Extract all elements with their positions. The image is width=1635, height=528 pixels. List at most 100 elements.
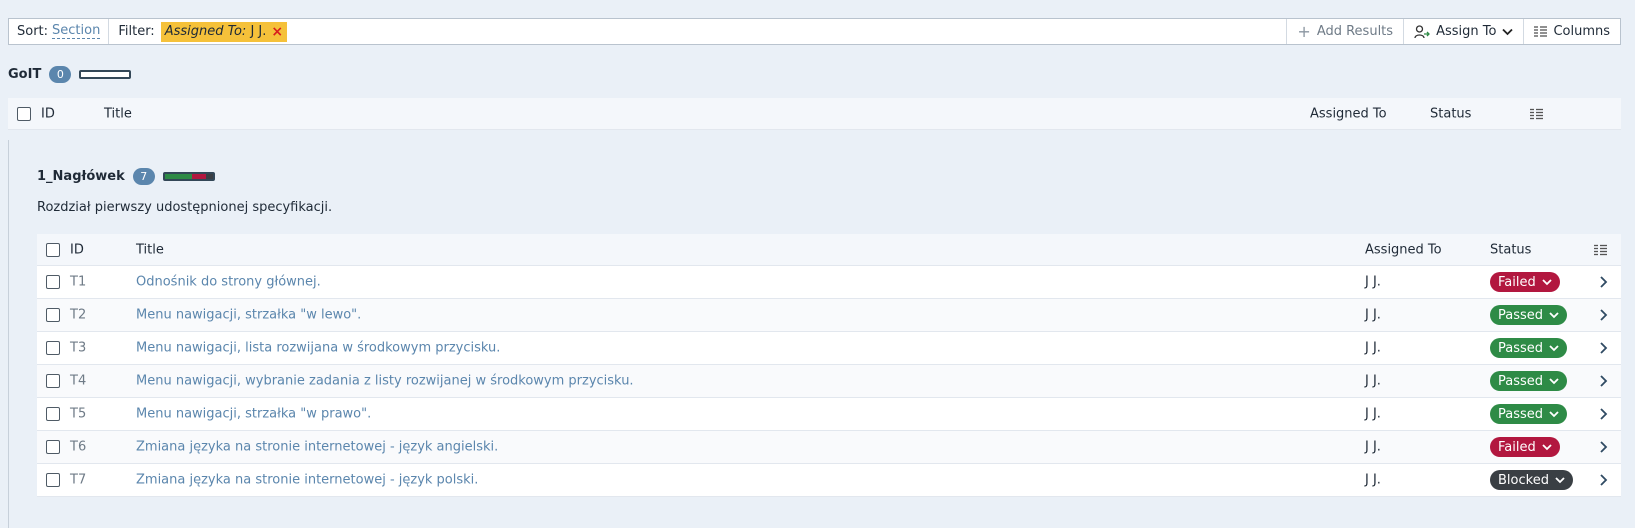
column-settings-icon[interactable] (1594, 244, 1607, 255)
chevron-down-icon (1549, 410, 1559, 417)
section-indent-line (8, 140, 9, 528)
test-title-link[interactable]: Zmiana języka na stronie internetowej - … (136, 473, 478, 488)
status-dropdown[interactable]: Passed (1490, 338, 1568, 358)
table-row[interactable]: T5 Menu nawigacji, strzałka "w prawo". J J… (37, 398, 1621, 431)
chevron-down-icon (1549, 377, 1559, 384)
test-title-link[interactable]: Menu nawigacji, strzałka "w lewo". (136, 308, 361, 323)
progress-segment-failed (192, 174, 206, 179)
test-id: T1 (70, 274, 87, 290)
section-header-goit: GoIT 0 (8, 66, 132, 83)
assigned-to: J J. (1365, 274, 1381, 290)
assign-to-label: Assign To (1436, 24, 1497, 39)
row-checkbox[interactable] (46, 275, 60, 289)
section-progress-bar (79, 70, 132, 79)
assign-to-button[interactable]: Assign To (1403, 19, 1523, 44)
col-header-id: ID (41, 106, 55, 121)
chevron-down-icon (1549, 344, 1559, 351)
section-description: Rozdział pierwszy udostępnionej specyfik… (37, 200, 333, 215)
chevron-down-icon (1502, 28, 1514, 35)
filter-chip-key: Assigned To: (164, 24, 247, 39)
filter-control: Filter: Assigned To: J J. × (109, 19, 1286, 44)
test-id: T7 (70, 472, 87, 488)
assigned-to: J J. (1365, 340, 1381, 356)
progress-segment-passed (164, 174, 193, 179)
filter-chip-assigned-to[interactable]: Assigned To: J J. × (160, 21, 288, 42)
test-title-link[interactable]: Menu nawigacji, strzałka "w prawo". (136, 407, 371, 422)
test-id: T5 (70, 406, 87, 422)
assigned-to: J J. (1365, 439, 1381, 455)
col-header-status: Status (1490, 242, 1532, 257)
row-checkbox[interactable] (46, 374, 60, 388)
table-row[interactable]: T2 Menu nawigacji, strzałka "w lewo". J J.… (37, 299, 1621, 332)
test-title-link[interactable]: Menu nawigacji, wybranie zadania z listy… (136, 374, 634, 389)
table-header-row: ID Title Assigned To Status (8, 98, 1621, 130)
row-checkbox[interactable] (46, 341, 60, 355)
test-id: T6 (70, 439, 87, 455)
row-checkbox[interactable] (46, 473, 60, 487)
remove-filter-icon[interactable]: × (271, 25, 283, 39)
section-header-naglowek: 1_Nagłówek 7 (37, 168, 215, 185)
chevron-right-icon[interactable] (1598, 276, 1608, 288)
chevron-right-icon[interactable] (1598, 375, 1608, 387)
status-label: Failed (1498, 439, 1536, 455)
chevron-right-icon[interactable] (1598, 474, 1608, 486)
chevron-right-icon[interactable] (1598, 342, 1608, 354)
section-count-badge: 7 (132, 168, 155, 185)
filter-toolbar: Sort: Section Filter: Assigned To: J J. … (8, 18, 1621, 45)
status-dropdown[interactable]: Passed (1490, 404, 1568, 424)
test-title-link[interactable]: Odnośnik do strony głównej. (136, 275, 321, 290)
row-checkbox[interactable] (46, 407, 60, 421)
columns-label: Columns (1553, 24, 1610, 39)
chevron-right-icon[interactable] (1598, 309, 1608, 321)
status-label: Passed (1498, 340, 1544, 356)
add-results-label: Add Results (1316, 24, 1394, 39)
section-title: 1_Nagłówek (37, 169, 125, 184)
assigned-to: J J. (1365, 373, 1381, 389)
add-results-button[interactable]: + Add Results (1286, 19, 1403, 44)
column-settings-icon[interactable] (1530, 108, 1543, 119)
sort-control: Sort: Section (9, 19, 110, 44)
status-label: Failed (1498, 274, 1536, 290)
col-header-title: Title (104, 106, 132, 121)
assign-user-icon (1414, 24, 1430, 38)
test-id: T3 (70, 340, 87, 356)
row-checkbox[interactable] (46, 440, 60, 454)
table-row[interactable]: T4 Menu nawigacji, wybranie zadania z lis… (37, 365, 1621, 398)
sort-field-link[interactable]: Section (52, 24, 101, 39)
table-row[interactable]: T7 Zmiana języka na stronie internetowej … (37, 464, 1621, 497)
status-dropdown[interactable]: Failed (1490, 437, 1560, 457)
col-header-assigned-to: Assigned To (1310, 106, 1387, 121)
status-label: Passed (1498, 373, 1544, 389)
col-header-assigned-to: Assigned To (1365, 242, 1442, 257)
col-header-id: ID (70, 242, 84, 257)
assigned-to: J J. (1365, 472, 1381, 488)
status-dropdown[interactable]: Passed (1490, 371, 1568, 391)
section-title: GoIT (8, 67, 42, 82)
status-dropdown[interactable]: Passed (1490, 305, 1568, 325)
sort-label: Sort: (17, 24, 49, 39)
test-title-link[interactable]: Menu nawigacji, lista rozwijana w środko… (136, 341, 500, 356)
assigned-to: J J. (1365, 307, 1381, 323)
chevron-down-icon (1542, 278, 1552, 285)
status-label: Passed (1498, 307, 1544, 323)
status-dropdown[interactable]: Blocked (1490, 470, 1573, 490)
chevron-right-icon[interactable] (1598, 408, 1608, 420)
chevron-down-icon (1555, 476, 1565, 483)
columns-button[interactable]: Columns (1523, 19, 1620, 44)
status-dropdown[interactable]: Failed (1490, 272, 1560, 292)
chevron-down-icon (1542, 443, 1552, 450)
select-all-checkbox[interactable] (46, 242, 60, 257)
tests-table: ID Title Assigned To Status T1 Odnośnik d… (37, 234, 1621, 497)
table-row[interactable]: T6 Zmiana języka na stronie internetowej … (37, 431, 1621, 464)
columns-icon (1534, 26, 1548, 37)
test-title-link[interactable]: Zmiana języka na stronie internetowej - … (136, 440, 498, 455)
status-label: Passed (1498, 406, 1544, 422)
section-progress-bar (162, 172, 215, 181)
select-all-checkbox[interactable] (17, 106, 31, 121)
row-checkbox[interactable] (46, 308, 60, 322)
table-row[interactable]: T3 Menu nawigacji, lista rozwijana w środ… (37, 332, 1621, 365)
table-row[interactable]: T1 Odnośnik do strony głównej. J J. Failed (37, 266, 1621, 299)
chevron-down-icon (1549, 311, 1559, 318)
chevron-right-icon[interactable] (1598, 441, 1608, 453)
filter-label: Filter: (118, 24, 155, 39)
